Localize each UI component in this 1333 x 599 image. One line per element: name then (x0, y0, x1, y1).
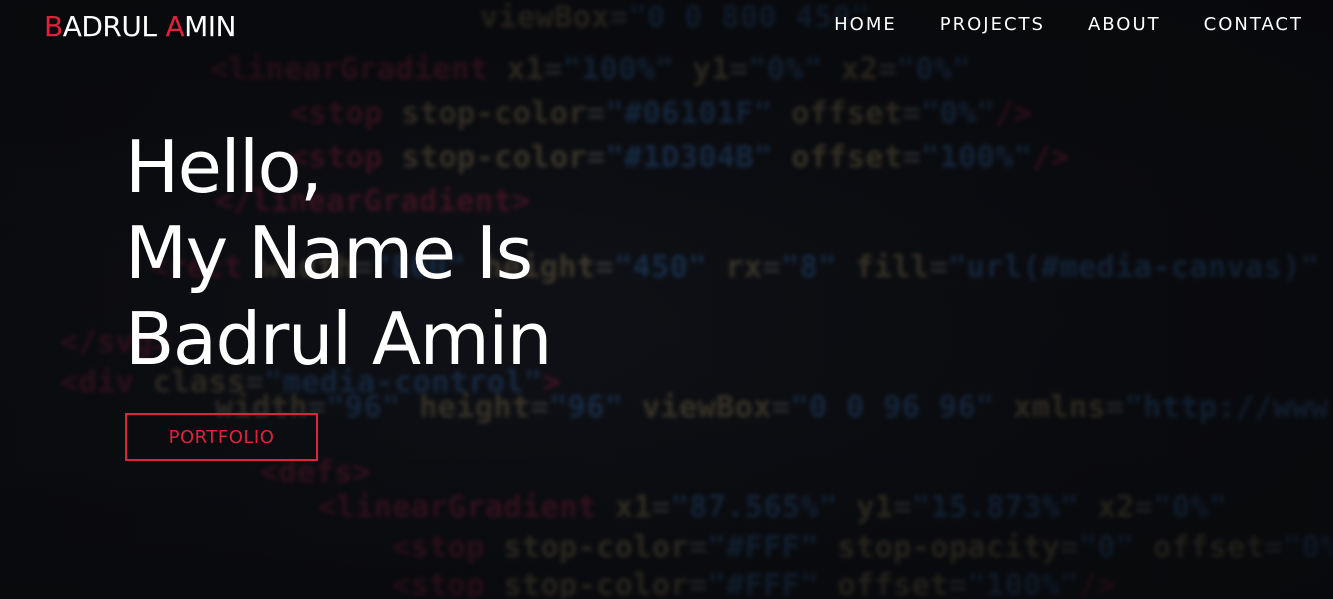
brand-initial-last: A (165, 10, 185, 43)
hero-page: <linearGradient x1="100%" y1="0%" x2="0%… (0, 0, 1333, 599)
brand-rest-first: ADRUL (62, 10, 157, 43)
hero-intro: My Name Is (125, 211, 533, 295)
nav-about-link[interactable]: ABOUT (1088, 14, 1161, 35)
hero-name: Badrul Amin (125, 297, 552, 381)
brand-rest-last: MIN (184, 10, 237, 43)
hero-heading: Hello, My Name Is Badrul Amin (125, 124, 552, 382)
hero-greeting: Hello, (125, 125, 323, 209)
brand-logo[interactable]: B ADRUL A MIN (44, 10, 237, 43)
main-nav: HOME PROJECTS ABOUT CONTACT (834, 14, 1303, 35)
nav-home-link[interactable]: HOME (834, 14, 897, 35)
nav-projects-link[interactable]: PROJECTS (940, 14, 1045, 35)
brand-initial-first: B (44, 10, 63, 43)
nav-contact-link[interactable]: CONTACT (1204, 14, 1303, 35)
portfolio-button[interactable]: PORTFOLIO (125, 413, 318, 461)
